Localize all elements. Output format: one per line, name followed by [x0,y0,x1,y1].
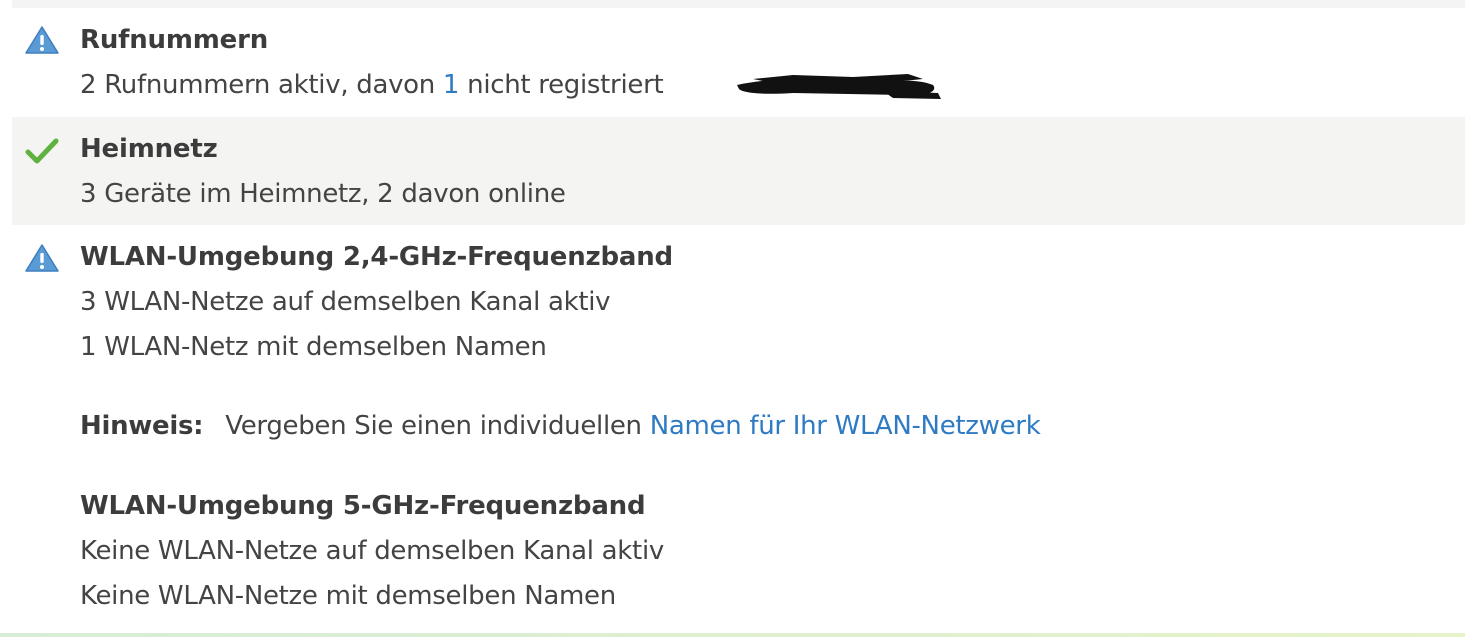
status-line: Keine WLAN-Netze mit demselben Namen [80,581,616,611]
status-subtitle: WLAN-Umgebung 5-GHz-Frequenzband [80,491,646,521]
status-title: Rufnummern [80,25,269,55]
status-title: Heimnetz [80,134,218,164]
check-icon [25,138,59,164]
redaction-scribble [737,74,941,99]
status-text: 2 Rufnummern aktiv, davon [80,70,443,100]
status-line: 2 Rufnummern aktiv, davon 1 nicht regist… [80,70,664,100]
hint-label: Hinweis: [80,411,204,441]
status-line: 3 WLAN-Netze auf demselben Kanal aktiv [80,287,611,317]
status-line: 3 Geräte im Heimnetz, 2 davon online [80,179,566,209]
warning-icon [25,244,59,272]
top-band [12,0,1465,8]
status-line: Keine WLAN-Netze auf demselben Kanal akt… [80,536,664,566]
wlan-name-link[interactable]: Namen für Ihr WLAN-Netzwerk [650,411,1041,441]
status-text: nicht registriert [459,70,664,100]
hint-text: Vergeben Sie einen individuellen [225,411,650,441]
bottom-divider [0,633,1465,637]
unregistered-count-link[interactable]: 1 [443,70,460,100]
status-title: WLAN-Umgebung 2,4-GHz-Frequenzband [80,242,673,272]
status-line: 1 WLAN-Netz mit demselben Namen [80,332,547,362]
status-item-wlan: WLAN-Umgebung 2,4-GHz-Frequenzband 3 WLA… [12,225,1465,633]
status-item-heimnetz: Heimnetz 3 Geräte im Heimnetz, 2 davon o… [12,117,1465,225]
hint-line: Hinweis: Vergeben Sie einen individuellen… [80,411,1041,441]
warning-icon [25,26,59,54]
